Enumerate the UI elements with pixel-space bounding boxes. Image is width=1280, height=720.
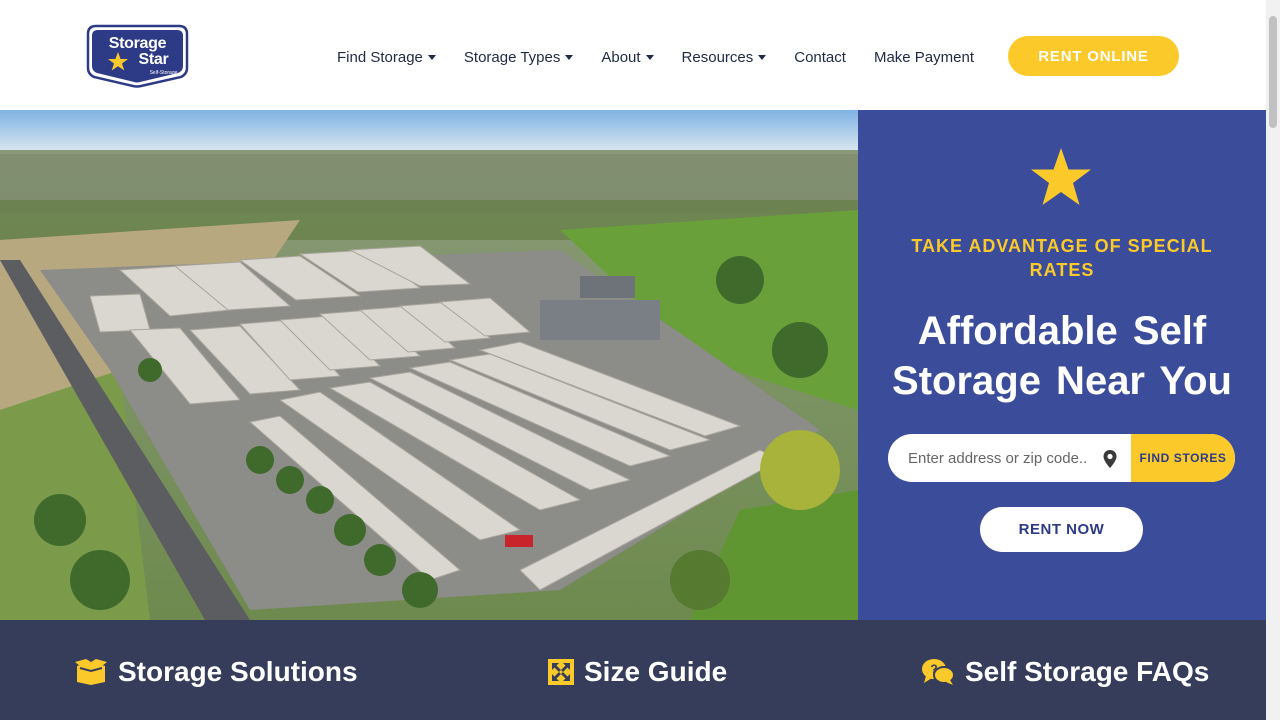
nav-label: Storage Types	[463, 48, 561, 66]
feature-links-band: Storage Solutions Size Guide ? Self Stor…	[0, 620, 1266, 720]
storage-solutions-link[interactable]: Storage Solutions	[74, 656, 358, 688]
main-nav: Find Storage Storage Types About Resourc…	[337, 46, 1002, 68]
caret-down-icon	[758, 54, 767, 60]
nav-label: Make Payment	[873, 48, 974, 66]
nav-find-storage[interactable]: Find Storage	[337, 49, 436, 66]
scrollbar-thumb[interactable]	[1269, 16, 1277, 128]
rent-online-button[interactable]: RENT ONLINE	[1008, 36, 1179, 76]
hero-tagline: TAKE ADVANTAGE OF SPECIAL RATES	[911, 236, 1213, 280]
aerial-storage-facility-photo	[0, 110, 858, 620]
caret-down-icon	[565, 54, 574, 60]
nav-label: Resources	[681, 48, 754, 66]
hero-photo-illustration	[0, 110, 858, 620]
star-icon	[1031, 148, 1091, 205]
logo-text-self-storage: Self-Storage	[149, 70, 178, 76]
storage-star-logo[interactable]: Storage Star Self-Storage	[86, 24, 189, 88]
expand-arrows-icon	[548, 659, 574, 685]
storage-solutions-label: Storage Solutions	[118, 656, 358, 687]
nav-label: About	[601, 48, 641, 66]
nav-make-payment[interactable]: Make Payment	[874, 49, 974, 66]
size-guide-label: Size Guide	[584, 656, 728, 687]
location-pin-icon[interactable]	[1101, 449, 1119, 469]
site-header: Storage Star Self-Storage Find Storage S…	[0, 0, 1266, 110]
chat-question-icon: ?	[922, 659, 955, 685]
caret-down-icon	[427, 54, 436, 60]
hero-panel: TAKE ADVANTAGE OF SPECIAL RATES Affordab…	[858, 110, 1266, 620]
logo-text-star: Star	[138, 51, 169, 68]
page-scrollbar[interactable]	[1266, 0, 1280, 720]
nav-label: Find Storage	[337, 48, 423, 66]
nav-storage-types[interactable]: Storage Types	[463, 48, 574, 66]
box-icon	[75, 659, 107, 685]
hero-title: Affordable Self Storage Near You	[892, 309, 1232, 403]
find-stores-button[interactable]: FIND STORES	[1131, 434, 1235, 482]
caret-down-icon	[645, 54, 654, 60]
address-zip-input[interactable]	[908, 434, 1098, 482]
rent-now-button[interactable]: RENT NOW	[980, 507, 1143, 552]
nav-about[interactable]: About	[601, 48, 654, 66]
nav-resources[interactable]: Resources	[682, 49, 767, 66]
store-search-form: FIND STORES	[888, 434, 1235, 482]
nav-contact[interactable]: Contact	[794, 49, 846, 66]
svg-text:?: ?	[930, 662, 937, 676]
self-storage-faqs-link[interactable]: ? Self Storage FAQs	[921, 656, 1209, 688]
size-guide-link[interactable]: Size Guide	[548, 656, 727, 688]
nav-label: Contact	[794, 48, 846, 66]
self-storage-faqs-label: Self Storage FAQs	[965, 656, 1210, 687]
